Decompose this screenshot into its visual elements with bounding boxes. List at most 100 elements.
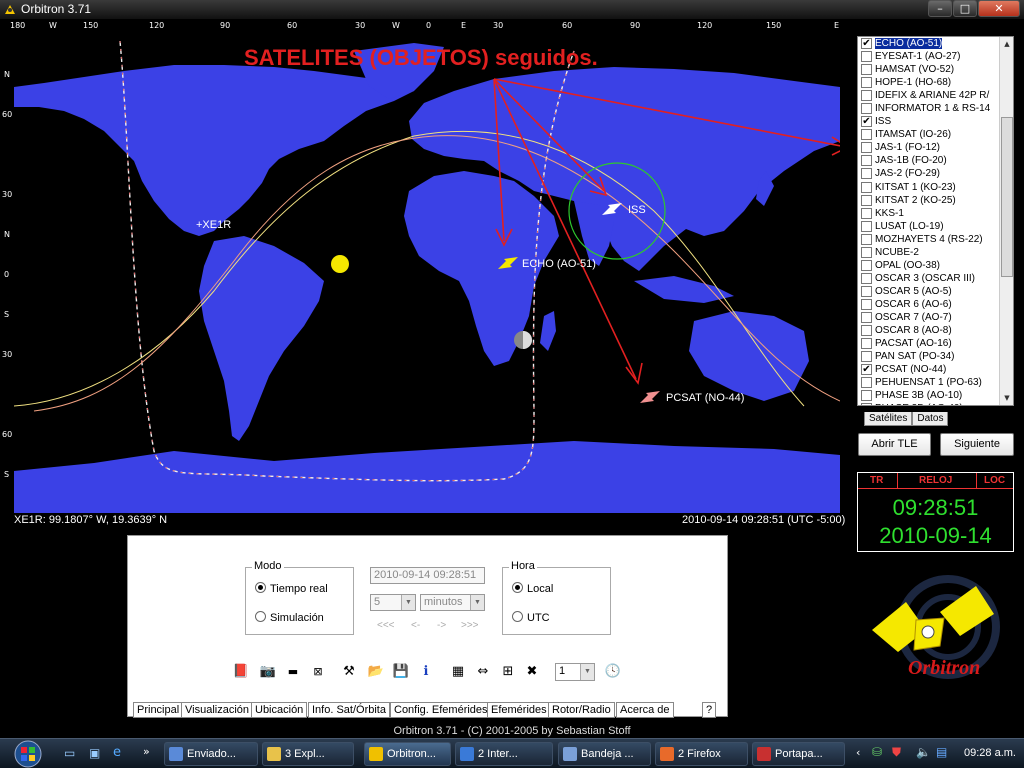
folder-open-icon[interactable]: 📂 [366, 662, 386, 682]
checkbox[interactable] [861, 168, 872, 180]
taskbar-item[interactable]: Orbitron... [364, 742, 451, 766]
satellite-list-item[interactable]: PEHUENSAT 1 (PO-63) [858, 376, 1000, 389]
checkbox[interactable] [861, 390, 872, 402]
tab-acerca-de[interactable]: Acerca de [616, 702, 674, 718]
satellite-list-item[interactable]: ✔ ISS [858, 115, 1000, 128]
taskbar-item[interactable]: 3 Expl... [262, 742, 354, 766]
checkbox[interactable] [861, 90, 872, 102]
checkbox[interactable] [861, 351, 872, 363]
tray-volume-icon[interactable]: 🔈 [916, 745, 931, 759]
satellite-list-item[interactable]: JAS-2 (FO-29) [858, 167, 1000, 180]
nav-forward-fast-button[interactable]: >>> [461, 620, 479, 631]
save-icon[interactable]: 💾 [391, 662, 411, 682]
close-button[interactable]: ✕ [978, 0, 1020, 17]
checkbox[interactable] [861, 338, 872, 350]
satellite-list-item[interactable]: ✔ PCSAT (NO-44) [858, 363, 1000, 376]
nav-forward-button[interactable]: -> [437, 620, 446, 631]
checkbox[interactable] [861, 298, 872, 310]
satellite-list-item[interactable]: NCUBE-2 [858, 246, 1000, 259]
taskbar-item[interactable]: 2 Firefox [655, 742, 748, 766]
checkbox[interactable] [861, 181, 872, 193]
satellite-list-item[interactable]: HAMSAT (VO-52) [858, 63, 1000, 76]
checkbox[interactable] [861, 272, 872, 284]
resize-h-icon[interactable]: ⇔ [473, 662, 493, 682]
checkbox[interactable] [861, 129, 872, 141]
minimize-icon[interactable]: ▬ [283, 662, 303, 682]
tab-efemerides[interactable]: Efemérides [487, 702, 551, 718]
satellite-list-item[interactable]: PAN SAT (PO-34) [858, 350, 1000, 363]
nav-back-button[interactable]: <- [411, 620, 420, 631]
minimize-button[interactable]: – [928, 0, 952, 17]
satellite-list-item[interactable]: IDEFIX & ARIANE 42P R/ [858, 89, 1000, 102]
checkbox[interactable] [861, 377, 872, 389]
tab-config-efemerides[interactable]: Config. Efemérides [390, 702, 492, 718]
open-tle-button[interactable]: Abrir TLE [858, 433, 931, 456]
scroll-down-icon[interactable]: ▼ [1001, 392, 1013, 404]
world-map[interactable]: SATELITES (OBJETOS) seguidos. ISS ECHO (… [14, 31, 840, 513]
checkbox[interactable] [861, 194, 872, 206]
checkbox[interactable] [861, 259, 872, 271]
tab-satelites[interactable]: Satélites [864, 412, 913, 426]
tab-ubicacion[interactable]: Ubicación [251, 702, 308, 718]
scroll-thumb[interactable] [1001, 117, 1013, 277]
satellite-list-item[interactable]: OSCAR 3 (OSCAR III) [858, 272, 1000, 285]
more-icon[interactable]: » [143, 745, 150, 758]
info-icon[interactable]: ℹ [416, 662, 436, 682]
checkbox[interactable] [861, 285, 872, 297]
datetime-field[interactable]: 2010-09-14 09:28:51 [370, 567, 485, 584]
step-select[interactable]: 5 ▼ [370, 594, 416, 611]
resize-all-icon[interactable]: ⊞ [498, 662, 518, 682]
tray-display-icon[interactable]: ▤ [936, 745, 947, 759]
tray-clock[interactable]: 09:28 a.m. [964, 747, 1016, 759]
satellite-list-item[interactable]: OSCAR 7 (AO-7) [858, 311, 1000, 324]
tab-visualizacion[interactable]: Visualización [181, 702, 254, 718]
checkbox[interactable] [861, 220, 872, 232]
checkbox[interactable] [861, 311, 872, 323]
checkbox[interactable]: ✔ [861, 38, 872, 49]
satellite-list-item[interactable]: KKS-1 [858, 207, 1000, 220]
tray-shield-icon[interactable]: ⛊ [892, 745, 901, 760]
satellite-list-item[interactable]: OPAL (OO-38) [858, 259, 1000, 272]
tab-rotor-radio[interactable]: Rotor/Radio [548, 702, 615, 718]
ie-icon[interactable]: e [113, 745, 121, 760]
book-icon[interactable]: 📕 [231, 662, 251, 682]
maximize-button[interactable]: □ [953, 0, 977, 17]
tools-icon[interactable]: ⚒ [339, 662, 359, 682]
checkbox[interactable] [861, 233, 872, 245]
simulation-radio[interactable]: Simulación [255, 611, 324, 624]
satellite-list-item[interactable]: INFORMATOR 1 & RS-14 [858, 102, 1000, 115]
satellite-list-item[interactable]: KITSAT 2 (KO-25) [858, 194, 1000, 207]
satellite-list-item[interactable]: ITAMSAT (IO-26) [858, 128, 1000, 141]
start-button[interactable] [8, 739, 48, 768]
local-radio[interactable]: Local [512, 582, 553, 595]
checkbox[interactable]: ✔ [861, 116, 872, 128]
realtime-radio[interactable]: Tiempo real [255, 582, 328, 595]
satellite-list-item[interactable]: JAS-1B (FO-20) [858, 154, 1000, 167]
clock-header-tr[interactable]: TR [870, 475, 883, 486]
satellite-list-item[interactable]: LUSAT (LO-19) [858, 220, 1000, 233]
checkbox[interactable] [861, 77, 872, 89]
satellite-list-item[interactable]: KITSAT 1 (KO-23) [858, 181, 1000, 194]
clock-icon[interactable]: 🕓 [603, 662, 623, 682]
satellite-list-scrollbar[interactable]: ▲ ▼ [999, 37, 1013, 405]
checkbox[interactable] [861, 155, 872, 167]
close-box-icon[interactable]: ⊠ [308, 662, 328, 682]
satellite-list-item[interactable]: HOPE-1 (HO-68) [858, 76, 1000, 89]
tab-info-sat-orbita[interactable]: Info. Sat/Órbita [308, 702, 390, 718]
tray-chevron-icon[interactable]: ‹ [856, 746, 860, 759]
satellite-list-item[interactable]: PHASE 3B (AO-10) [858, 389, 1000, 402]
grid-icon[interactable]: ▦ [448, 662, 468, 682]
taskbar-item[interactable]: Portapa... [752, 742, 845, 766]
satellite-list-item[interactable]: PACSAT (AO-16) [858, 337, 1000, 350]
checkbox[interactable] [861, 246, 872, 258]
utc-radio[interactable]: UTC [512, 611, 550, 624]
checkbox[interactable] [861, 103, 872, 115]
desktop-icon[interactable]: ▣ [89, 746, 100, 760]
satellite-list-item[interactable]: EYESAT-1 (AO-27) [858, 50, 1000, 63]
tab-help[interactable]: ? [702, 702, 717, 718]
satellite-list-item[interactable]: OSCAR 8 (AO-8) [858, 324, 1000, 337]
clock-header-reloj[interactable]: RELOJ [919, 475, 952, 486]
nav-back-fast-button[interactable]: <<< [377, 620, 395, 631]
expand-icon[interactable]: ✖ [522, 662, 542, 682]
taskbar-item[interactable]: Bandeja ... [558, 742, 651, 766]
